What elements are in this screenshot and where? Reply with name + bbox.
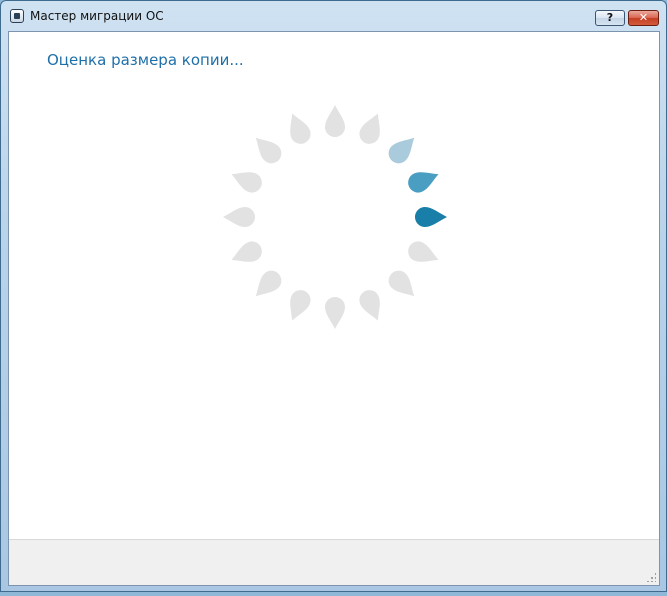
spinner-petal xyxy=(290,290,311,321)
spinner-petal xyxy=(408,241,439,262)
spinner-petal xyxy=(325,297,345,329)
spinner-petal xyxy=(408,172,439,193)
help-button[interactable]: ? xyxy=(595,10,625,26)
wizard-window: Мастер миграции ОС ? ✕ Оценка размера ко… xyxy=(0,0,667,592)
spinner-petal xyxy=(359,290,380,321)
spinner-petal xyxy=(388,137,415,164)
wizard-footer xyxy=(9,539,659,585)
resize-grip-icon[interactable] xyxy=(646,572,656,582)
spinner-petal xyxy=(415,207,447,227)
status-heading: Оценка размера копии... xyxy=(47,51,244,69)
help-icon: ? xyxy=(606,11,614,24)
spinner-petal xyxy=(388,270,415,297)
spinner-petal xyxy=(231,241,262,262)
close-icon: ✕ xyxy=(638,11,649,24)
spinner-petal xyxy=(223,207,255,227)
spinner-petal xyxy=(359,113,380,144)
spinner-petal xyxy=(231,172,262,193)
wizard-content: Оценка размера копии... xyxy=(8,31,660,586)
close-button[interactable]: ✕ xyxy=(628,10,659,26)
migration-wizard-icon xyxy=(10,9,24,23)
title-bar[interactable]: Мастер миграции ОС ? ✕ xyxy=(1,1,666,31)
spinner-petal xyxy=(255,137,282,164)
window-title: Мастер миграции ОС xyxy=(30,9,164,23)
spinner-petal xyxy=(290,113,311,144)
spinner-petal xyxy=(255,270,282,297)
loading-spinner-icon xyxy=(223,105,447,329)
spinner-petal xyxy=(325,105,345,137)
